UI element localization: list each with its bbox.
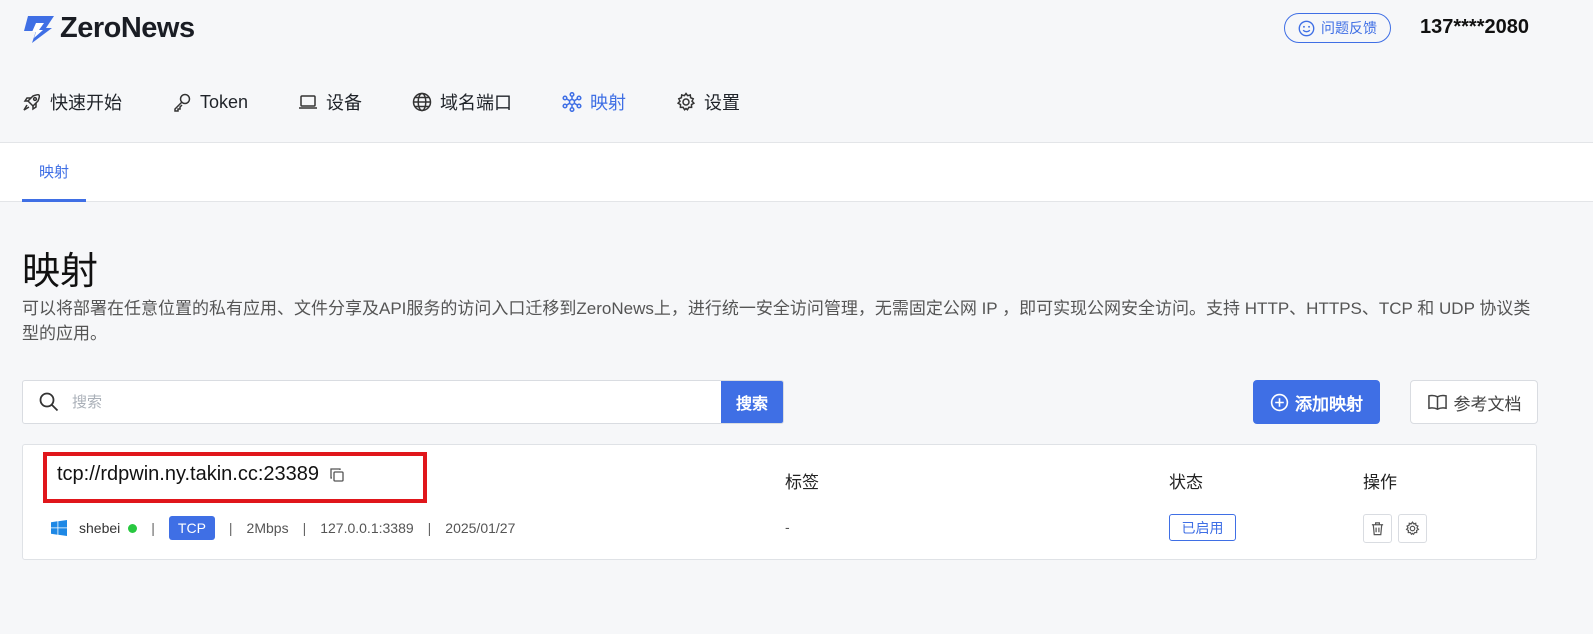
user-account[interactable]: 137****2080 [1420, 16, 1529, 39]
reference-docs-button[interactable]: 参考文档 [1410, 380, 1538, 424]
laptop-icon [299, 95, 318, 109]
mapping-row-card: tcp://rdpwin.ny.takin.cc:23389 标签 状态 操作 … [22, 444, 1537, 560]
key-icon [174, 93, 191, 112]
nav-label: 快速开始 [50, 93, 122, 113]
search-bar: 搜索 [22, 380, 784, 424]
page-title: 映射 [22, 251, 99, 293]
mapping-address-text[interactable]: tcp://rdpwin.ny.takin.cc:23389 [57, 463, 319, 486]
gear-icon [676, 92, 696, 111]
globe-icon [412, 92, 432, 112]
add-mapping-label: 添加映射 [1295, 394, 1363, 414]
mapping-address: tcp://rdpwin.ny.takin.cc:23389 [57, 463, 345, 486]
status-badge[interactable]: 已启用 [1169, 514, 1236, 541]
search-icon [39, 392, 59, 412]
nav-item-domains[interactable]: 域名端口 [412, 88, 512, 116]
nav-item-settings[interactable]: 设置 [676, 88, 740, 116]
sub-tab-bar: 映射 [0, 142, 1593, 202]
app-logo[interactable]: ZeroNews [22, 12, 195, 45]
delete-button[interactable] [1363, 514, 1392, 543]
book-icon [1427, 394, 1447, 410]
smile-icon [1298, 20, 1315, 36]
search-input[interactable] [72, 393, 721, 411]
online-status-dot [128, 523, 138, 533]
rocket-icon [23, 93, 41, 111]
ops-column-header: 操作 [1363, 473, 1397, 492]
nav-item-mapping[interactable]: 映射 [562, 88, 626, 116]
divider: | [427, 520, 432, 536]
tab-mapping[interactable]: 映射 [22, 143, 86, 202]
gear-icon [1405, 521, 1420, 536]
created-date: 2025/01/27 [445, 520, 516, 536]
nav-label: 设备 [326, 93, 363, 113]
reference-docs-label: 参考文档 [1453, 394, 1522, 414]
search-button[interactable]: 搜索 [721, 381, 783, 423]
logo-text: ZeroNews [60, 12, 195, 44]
divider: | [228, 520, 233, 536]
protocol-badge: TCP [168, 516, 215, 540]
top-header: ZeroNews 问题反馈 137****2080 快速开始 Token 设备 … [0, 0, 1593, 142]
local-address: 127.0.0.1:3389 [320, 520, 414, 536]
add-mapping-button[interactable]: 添加映射 [1253, 380, 1380, 424]
zeronews-logo-icon [24, 15, 54, 43]
bandwidth: 2Mbps [246, 520, 289, 536]
divider: | [151, 520, 155, 536]
nav-item-token[interactable]: Token [172, 88, 248, 116]
nav-label: Token [200, 91, 249, 112]
page-description: 可以将部署在任意位置的私有应用、文件分享及API服务的访问入口迁移到ZeroNe… [22, 299, 1531, 343]
plus-circle-icon [1270, 393, 1289, 411]
feedback-label: 问题反馈 [1321, 20, 1377, 36]
device-name[interactable]: shebei [79, 520, 120, 536]
network-icon [562, 92, 582, 112]
nav-item-quick-start[interactable]: 快速开始 [22, 88, 122, 116]
trash-icon [1371, 522, 1384, 536]
main-nav: 快速开始 Token 设备 域名端口 映射 设置 [22, 88, 790, 116]
mapping-meta: shebei | TCP | 2Mbps | 127.0.0.1:3389 | … [51, 515, 515, 541]
windows-icon [51, 520, 67, 536]
tag-column-header: 标签 [785, 473, 819, 492]
mapping-settings-button[interactable] [1398, 514, 1427, 543]
nav-label: 设置 [704, 93, 741, 113]
nav-label: 映射 [590, 93, 627, 113]
nav-label: 域名端口 [440, 93, 513, 113]
nav-item-devices[interactable]: 设备 [298, 88, 362, 116]
copy-icon[interactable] [329, 467, 345, 483]
tag-value: - [785, 519, 790, 535]
divider: | [302, 520, 307, 536]
feedback-button[interactable]: 问题反馈 [1284, 13, 1391, 43]
status-column-header: 状态 [1169, 473, 1203, 492]
